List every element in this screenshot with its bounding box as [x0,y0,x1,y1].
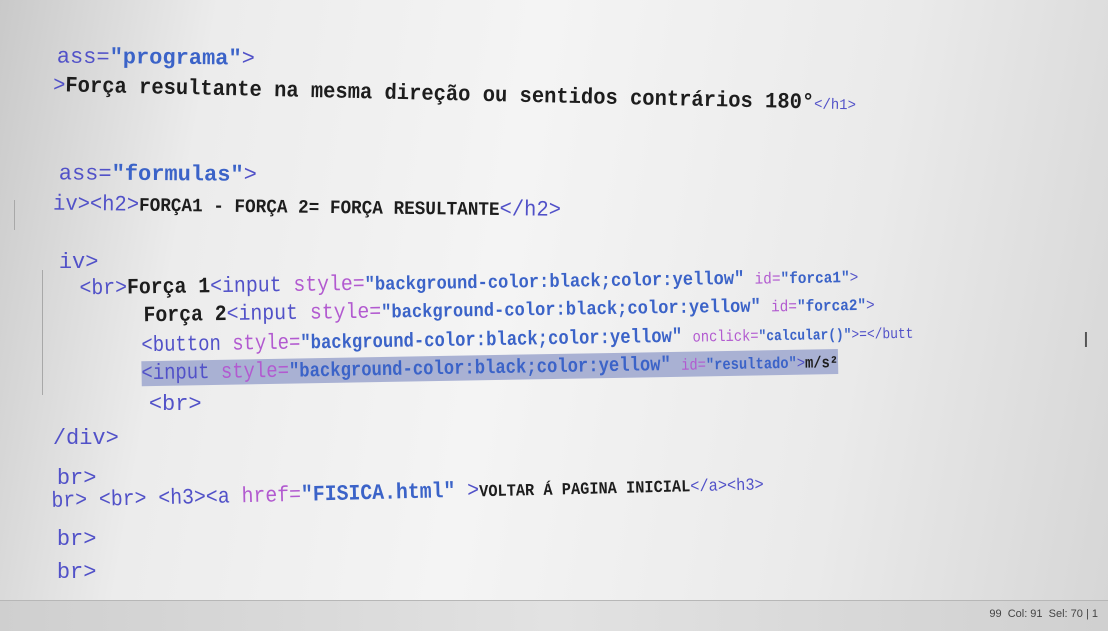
code-editor[interactable]: ass="programa"> >Força resultante na mes… [0,0,1108,605]
code-token: VOLTAR Á PAGINA INICIAL [478,478,691,503]
code-token: m/s² [804,354,839,373]
cursor-position-readout: 99 Col: 91 Sel: 70 | 1 [989,608,1098,620]
code-token: "background-color:black;color:yellow" [288,353,682,384]
code-token: href= [241,482,302,510]
code-token: > [796,354,806,373]
code-line-9-selected: <input style="background-color:black;col… [95,329,839,408]
code-token: "resultado" [705,354,797,375]
code-token: > [52,73,66,99]
code-token: Força resultante na mesma direção ou sen… [65,73,815,116]
code-token: <br> <h3><a [98,484,242,513]
code-token: </a><h3> [690,476,764,498]
code-token: FORÇA1 - FORÇA 2= FORÇA RESULTANTE [138,194,500,222]
code-token: <br> [148,392,202,417]
code-token: id= [681,356,707,375]
code-token: "FISICA.html" [300,478,468,508]
text-cursor-icon: I [1083,328,1089,352]
code-line-15: br> [4,540,97,606]
code-token: </h2> [499,197,562,223]
code-token: >=</butt [851,325,914,344]
code-line-2: >Força resultante na mesma direção ou se… [3,52,857,137]
code-token: iv><h2> [52,191,140,218]
code-token: br> [56,560,97,585]
code-token: > [466,478,480,504]
status-bar: 99 Col: 91 Sel: 70 | 1 [0,600,1108,631]
code-token: style= [220,358,290,385]
code-token: </h1> [813,96,857,115]
